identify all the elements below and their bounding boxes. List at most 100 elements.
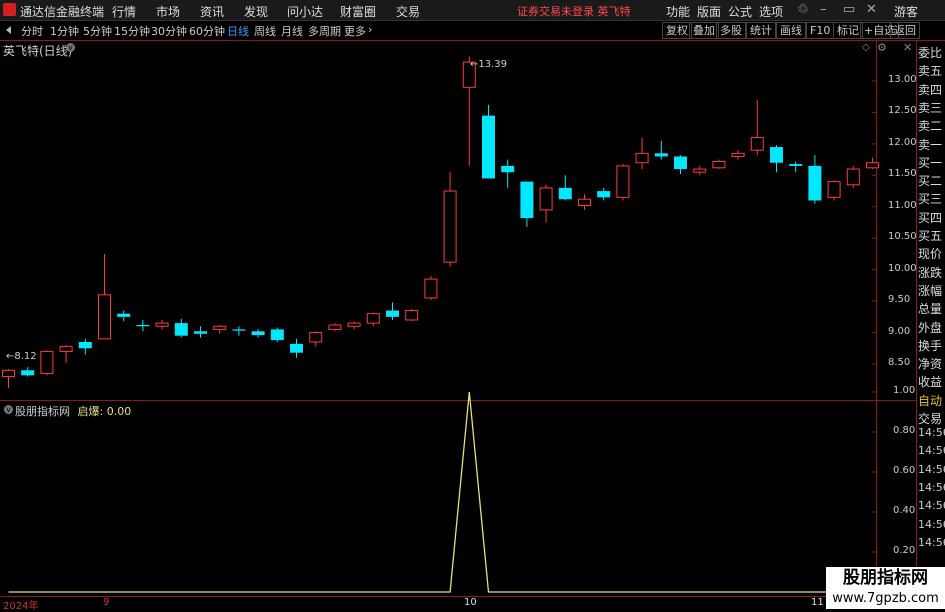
x-label-nov: 11 xyxy=(811,597,824,608)
candle-body xyxy=(270,329,284,341)
candle-body xyxy=(2,369,15,378)
side-item[interactable]: 换手 xyxy=(918,338,945,355)
side-item[interactable]: 现价 xyxy=(918,246,945,263)
max-price-value: 13.39 xyxy=(478,59,508,70)
side-item[interactable]: 买四 xyxy=(918,210,945,227)
candle-body xyxy=(539,187,553,211)
indicator-tick-label: 0.40 xyxy=(893,505,916,516)
side-item[interactable]: 买五 xyxy=(918,228,945,245)
trade-time: 14:56 xyxy=(918,499,945,513)
side-item[interactable]: 收益 xyxy=(918,374,945,391)
candle-body xyxy=(846,168,860,186)
price-tick-label: 10.50 xyxy=(888,231,917,243)
price-tick-label: 13.00 xyxy=(888,74,917,85)
candle-body xyxy=(789,164,803,166)
side-item[interactable]: 自动 xyxy=(918,393,945,410)
settings-icon[interactable]: ⚙ xyxy=(877,41,887,54)
candle-body xyxy=(155,322,169,327)
candle-body xyxy=(750,137,764,151)
side-item[interactable]: 卖一 xyxy=(918,137,945,154)
price-tick-label: 10.00 xyxy=(888,262,917,274)
side-item[interactable]: 总量 xyxy=(918,301,945,318)
candle-body xyxy=(558,187,572,200)
kline-chart[interactable] xyxy=(0,0,945,609)
trade-time: 14:56 xyxy=(918,462,945,476)
indicator-tick-label: 0.60 xyxy=(893,465,916,476)
candle-body xyxy=(98,294,111,340)
diamond-icon[interactable]: ◇ xyxy=(862,42,870,53)
candle-body xyxy=(347,322,361,327)
side-item[interactable]: 买三 xyxy=(918,191,945,208)
side-item[interactable]: 买二 xyxy=(918,173,945,190)
indicator-tick-label: 1.00 xyxy=(893,385,916,396)
candle-body xyxy=(424,278,438,299)
indicator-title[interactable]: 股朋指标网 启爆: 0.00 xyxy=(15,403,131,419)
price-tick-label: 8.50 xyxy=(888,357,911,368)
side-item[interactable]: 净资 xyxy=(918,356,945,373)
trade-time: 14:56 xyxy=(918,535,945,549)
candle-body xyxy=(597,191,611,198)
side-item[interactable]: 卖二 xyxy=(918,118,945,135)
candle-body xyxy=(78,341,92,349)
candle-body xyxy=(328,324,342,330)
candle-body xyxy=(443,190,457,263)
candle-body xyxy=(309,332,323,343)
indicator-tick-label: 0.20 xyxy=(893,545,916,556)
candle-body xyxy=(59,345,73,352)
side-item[interactable]: 涨跌 xyxy=(918,265,945,282)
stock-title: 英飞特(日线) xyxy=(3,44,73,58)
signal-label: 启爆: xyxy=(77,405,104,418)
x-label-oct: 10 xyxy=(464,597,477,608)
candle-body xyxy=(405,310,419,321)
candle-body xyxy=(654,153,668,157)
min-price-label: ←8.12 xyxy=(6,351,37,362)
trade-time: 14:56 xyxy=(918,517,945,531)
chevron-down-icon[interactable]: v xyxy=(66,43,75,52)
price-tick-label: 12.50 xyxy=(888,105,917,117)
side-item[interactable]: 委比 xyxy=(918,45,945,62)
side-item[interactable]: 卖四 xyxy=(918,82,945,99)
x-label-sep: 9 xyxy=(103,597,110,608)
max-price-label: ←13.39 xyxy=(470,59,508,70)
trade-time: 14:56 xyxy=(918,426,945,439)
trade-time: 14:56 xyxy=(918,444,945,458)
candle-body xyxy=(366,313,380,324)
candle-body xyxy=(290,343,303,353)
candle-body xyxy=(616,165,630,198)
candle-body xyxy=(731,152,745,157)
price-tick-label: 9.50 xyxy=(888,294,911,306)
watermark-url: www.7gpzb.com xyxy=(826,589,945,609)
candle-body xyxy=(40,350,54,374)
candle-body xyxy=(213,325,227,330)
price-tick-label: 12.00 xyxy=(888,136,917,148)
candle-body xyxy=(770,147,783,163)
trade-time: 14:56 xyxy=(918,480,945,494)
candle-body xyxy=(232,329,246,331)
side-item[interactable]: 涨幅 xyxy=(918,283,945,300)
indicator-menu-icon[interactable]: v xyxy=(4,405,13,414)
candle-body xyxy=(520,181,534,219)
candle-body xyxy=(21,370,35,376)
candle-body xyxy=(174,323,188,336)
candle-body xyxy=(136,325,150,327)
side-item[interactable]: 买一 xyxy=(918,155,945,172)
side-item[interactable]: 卖五 xyxy=(918,63,945,80)
candle-body xyxy=(635,152,649,164)
candle-body xyxy=(386,310,399,317)
candle-body xyxy=(578,198,591,207)
x-label-year: 2024年 xyxy=(3,601,39,612)
candle-body xyxy=(808,165,822,201)
candle-body xyxy=(827,181,841,198)
candle-body xyxy=(712,160,726,169)
close-panel-icon[interactable]: ✕ xyxy=(903,41,912,54)
price-tick-label: 11.00 xyxy=(888,199,917,211)
candle-body xyxy=(251,331,265,336)
side-item[interactable]: 卖三 xyxy=(918,100,945,117)
candle-body xyxy=(117,313,131,317)
candle-body xyxy=(194,331,207,334)
min-price-value: 8.12 xyxy=(14,351,37,362)
side-item[interactable]: 外盘 xyxy=(918,320,945,337)
signal-value: 0.00 xyxy=(106,405,132,418)
candle-body xyxy=(693,168,707,173)
candle-body xyxy=(674,156,687,170)
